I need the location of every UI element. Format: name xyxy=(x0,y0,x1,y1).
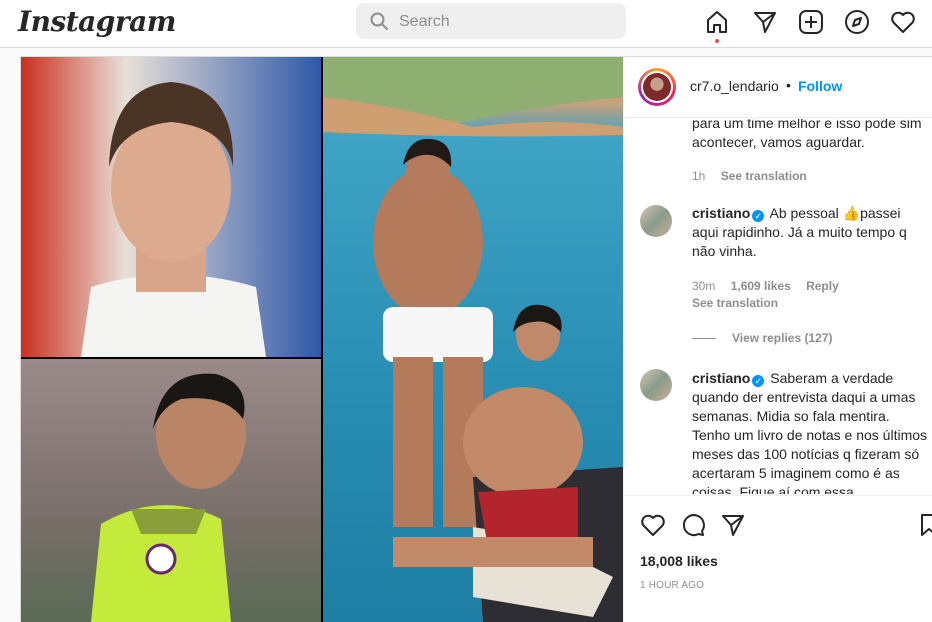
comment: cristiano ✓ Saberam a verdade quando der … xyxy=(692,369,928,494)
likes-count[interactable]: 18,008 likes xyxy=(640,553,718,569)
activity-icon[interactable] xyxy=(890,9,916,35)
verified-icon: ✓ xyxy=(752,375,765,387)
instagram-logo[interactable]: Instagram xyxy=(18,5,176,38)
follow-button[interactable]: Follow xyxy=(798,78,842,94)
comment-text: Saberam a verdade quando der entrevista … xyxy=(692,370,928,494)
explore-icon[interactable] xyxy=(844,9,870,35)
post-username[interactable]: cr7.o_lendario xyxy=(690,78,779,94)
verified-icon: ✓ xyxy=(752,210,765,222)
comment-time: 30m xyxy=(692,279,716,293)
replies-line xyxy=(692,338,716,340)
view-replies-label: View replies (127) xyxy=(732,331,833,345)
comment-time: 1h xyxy=(692,169,706,183)
post-header: cr7.o_lendario • Follow xyxy=(624,57,932,118)
reply-button[interactable]: Reply xyxy=(806,279,839,293)
post-actions: 18,008 likes 1 HOUR AGO xyxy=(624,495,932,622)
post-timestamp: 1 HOUR AGO xyxy=(640,580,705,591)
comment-meta: 30m 1,609 likes Reply xyxy=(692,279,851,293)
search-bar[interactable]: Search xyxy=(356,3,626,39)
separator-dot: • xyxy=(786,77,791,93)
photo-panel-top-left xyxy=(21,57,321,357)
photo-panel-bottom-left xyxy=(21,359,321,622)
comment: cristiano ✓ Ab pessoal 👍passei aqui rapid… xyxy=(692,204,928,261)
comment-likes[interactable]: 1,609 likes xyxy=(731,279,791,293)
view-replies-button[interactable]: View replies (127) xyxy=(692,331,833,345)
top-navigation: Instagram Search xyxy=(0,0,932,48)
like-icon[interactable] xyxy=(640,512,666,543)
share-icon[interactable] xyxy=(720,512,746,543)
post-card: cr7.o_lendario • Follow para um time mel… xyxy=(20,56,932,622)
home-icon[interactable] xyxy=(704,9,730,43)
comment-username[interactable]: cristiano xyxy=(692,205,750,221)
photo-panel-right xyxy=(323,57,623,622)
new-post-icon[interactable] xyxy=(798,9,824,35)
search-input[interactable]: Search xyxy=(399,13,450,31)
comment-text: para um time melhor e isso pode sim acon… xyxy=(692,119,922,150)
direct-icon[interactable] xyxy=(752,9,778,35)
avatar[interactable] xyxy=(638,68,676,106)
commenter-avatar[interactable] xyxy=(640,369,672,401)
comment-meta: 1h See translation xyxy=(692,169,819,183)
see-translation-link[interactable]: See translation xyxy=(721,169,807,183)
comment-username[interactable]: cristiano xyxy=(692,370,750,386)
notification-dot xyxy=(715,39,719,43)
save-icon[interactable] xyxy=(920,512,932,543)
commenter-avatar[interactable] xyxy=(640,205,672,237)
post-sidebar: cr7.o_lendario • Follow para um time mel… xyxy=(623,57,932,622)
comments-list[interactable]: para um time melhor e isso pode sim acon… xyxy=(624,119,932,494)
see-translation-link[interactable]: See translation xyxy=(692,296,778,310)
post-image[interactable] xyxy=(21,57,623,622)
search-icon xyxy=(370,12,388,30)
comment-icon[interactable] xyxy=(680,512,706,543)
